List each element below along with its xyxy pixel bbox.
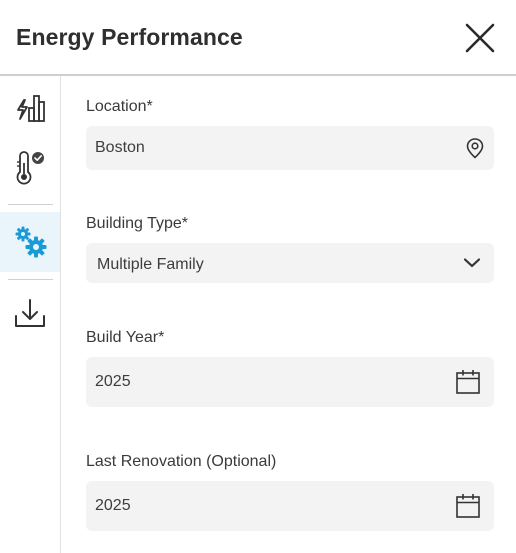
sidebar-item-download[interactable] — [0, 292, 60, 336]
building-type-value: Multiple Family — [97, 256, 204, 273]
sidebar-item-settings[interactable] — [0, 212, 60, 272]
location-pin-icon[interactable] — [464, 137, 486, 159]
location-input[interactable]: Boston — [86, 126, 494, 170]
last-renovation-label: Last Renovation (Optional) — [86, 453, 277, 470]
build-year-label: Build Year* — [86, 329, 165, 346]
sidebar-item-temperature[interactable] — [0, 146, 60, 190]
thermometer-check-icon — [16, 151, 44, 185]
chevron-down-icon — [463, 258, 481, 268]
sidebar-divider — [8, 279, 53, 280]
sidebar-item-energy[interactable] — [0, 86, 60, 130]
panel-title: Energy Performance — [16, 24, 243, 50]
download-icon — [15, 299, 45, 327]
sidebar-divider — [8, 204, 53, 205]
building-type-label: Building Type* — [86, 215, 188, 232]
gears-icon — [15, 226, 47, 258]
energy-chart-icon — [17, 95, 45, 122]
last-renovation-value: 2025 — [95, 497, 131, 514]
close-button[interactable] — [462, 20, 498, 56]
panel-header: Energy Performance — [0, 0, 516, 76]
building-type-select[interactable]: Multiple Family — [86, 243, 494, 283]
close-icon — [465, 23, 495, 53]
build-year-value: 2025 — [95, 373, 131, 390]
last-renovation-input[interactable]: 2025 — [86, 481, 494, 531]
calendar-icon[interactable] — [454, 368, 482, 396]
build-year-input[interactable]: 2025 — [86, 357, 494, 407]
location-value: Boston — [95, 139, 145, 156]
location-label: Location* — [86, 98, 153, 115]
sidebar — [0, 76, 61, 553]
calendar-icon[interactable] — [454, 492, 482, 520]
